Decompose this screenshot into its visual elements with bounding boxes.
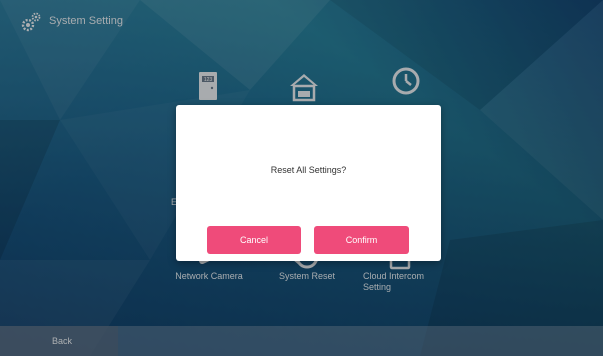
cancel-button[interactable]: Cancel: [207, 226, 301, 254]
reset-confirm-dialog: Reset All Settings? Cancel Confirm: [176, 105, 441, 261]
dialog-message: Reset All Settings?: [270, 165, 347, 175]
confirm-button[interactable]: Confirm: [314, 226, 409, 254]
